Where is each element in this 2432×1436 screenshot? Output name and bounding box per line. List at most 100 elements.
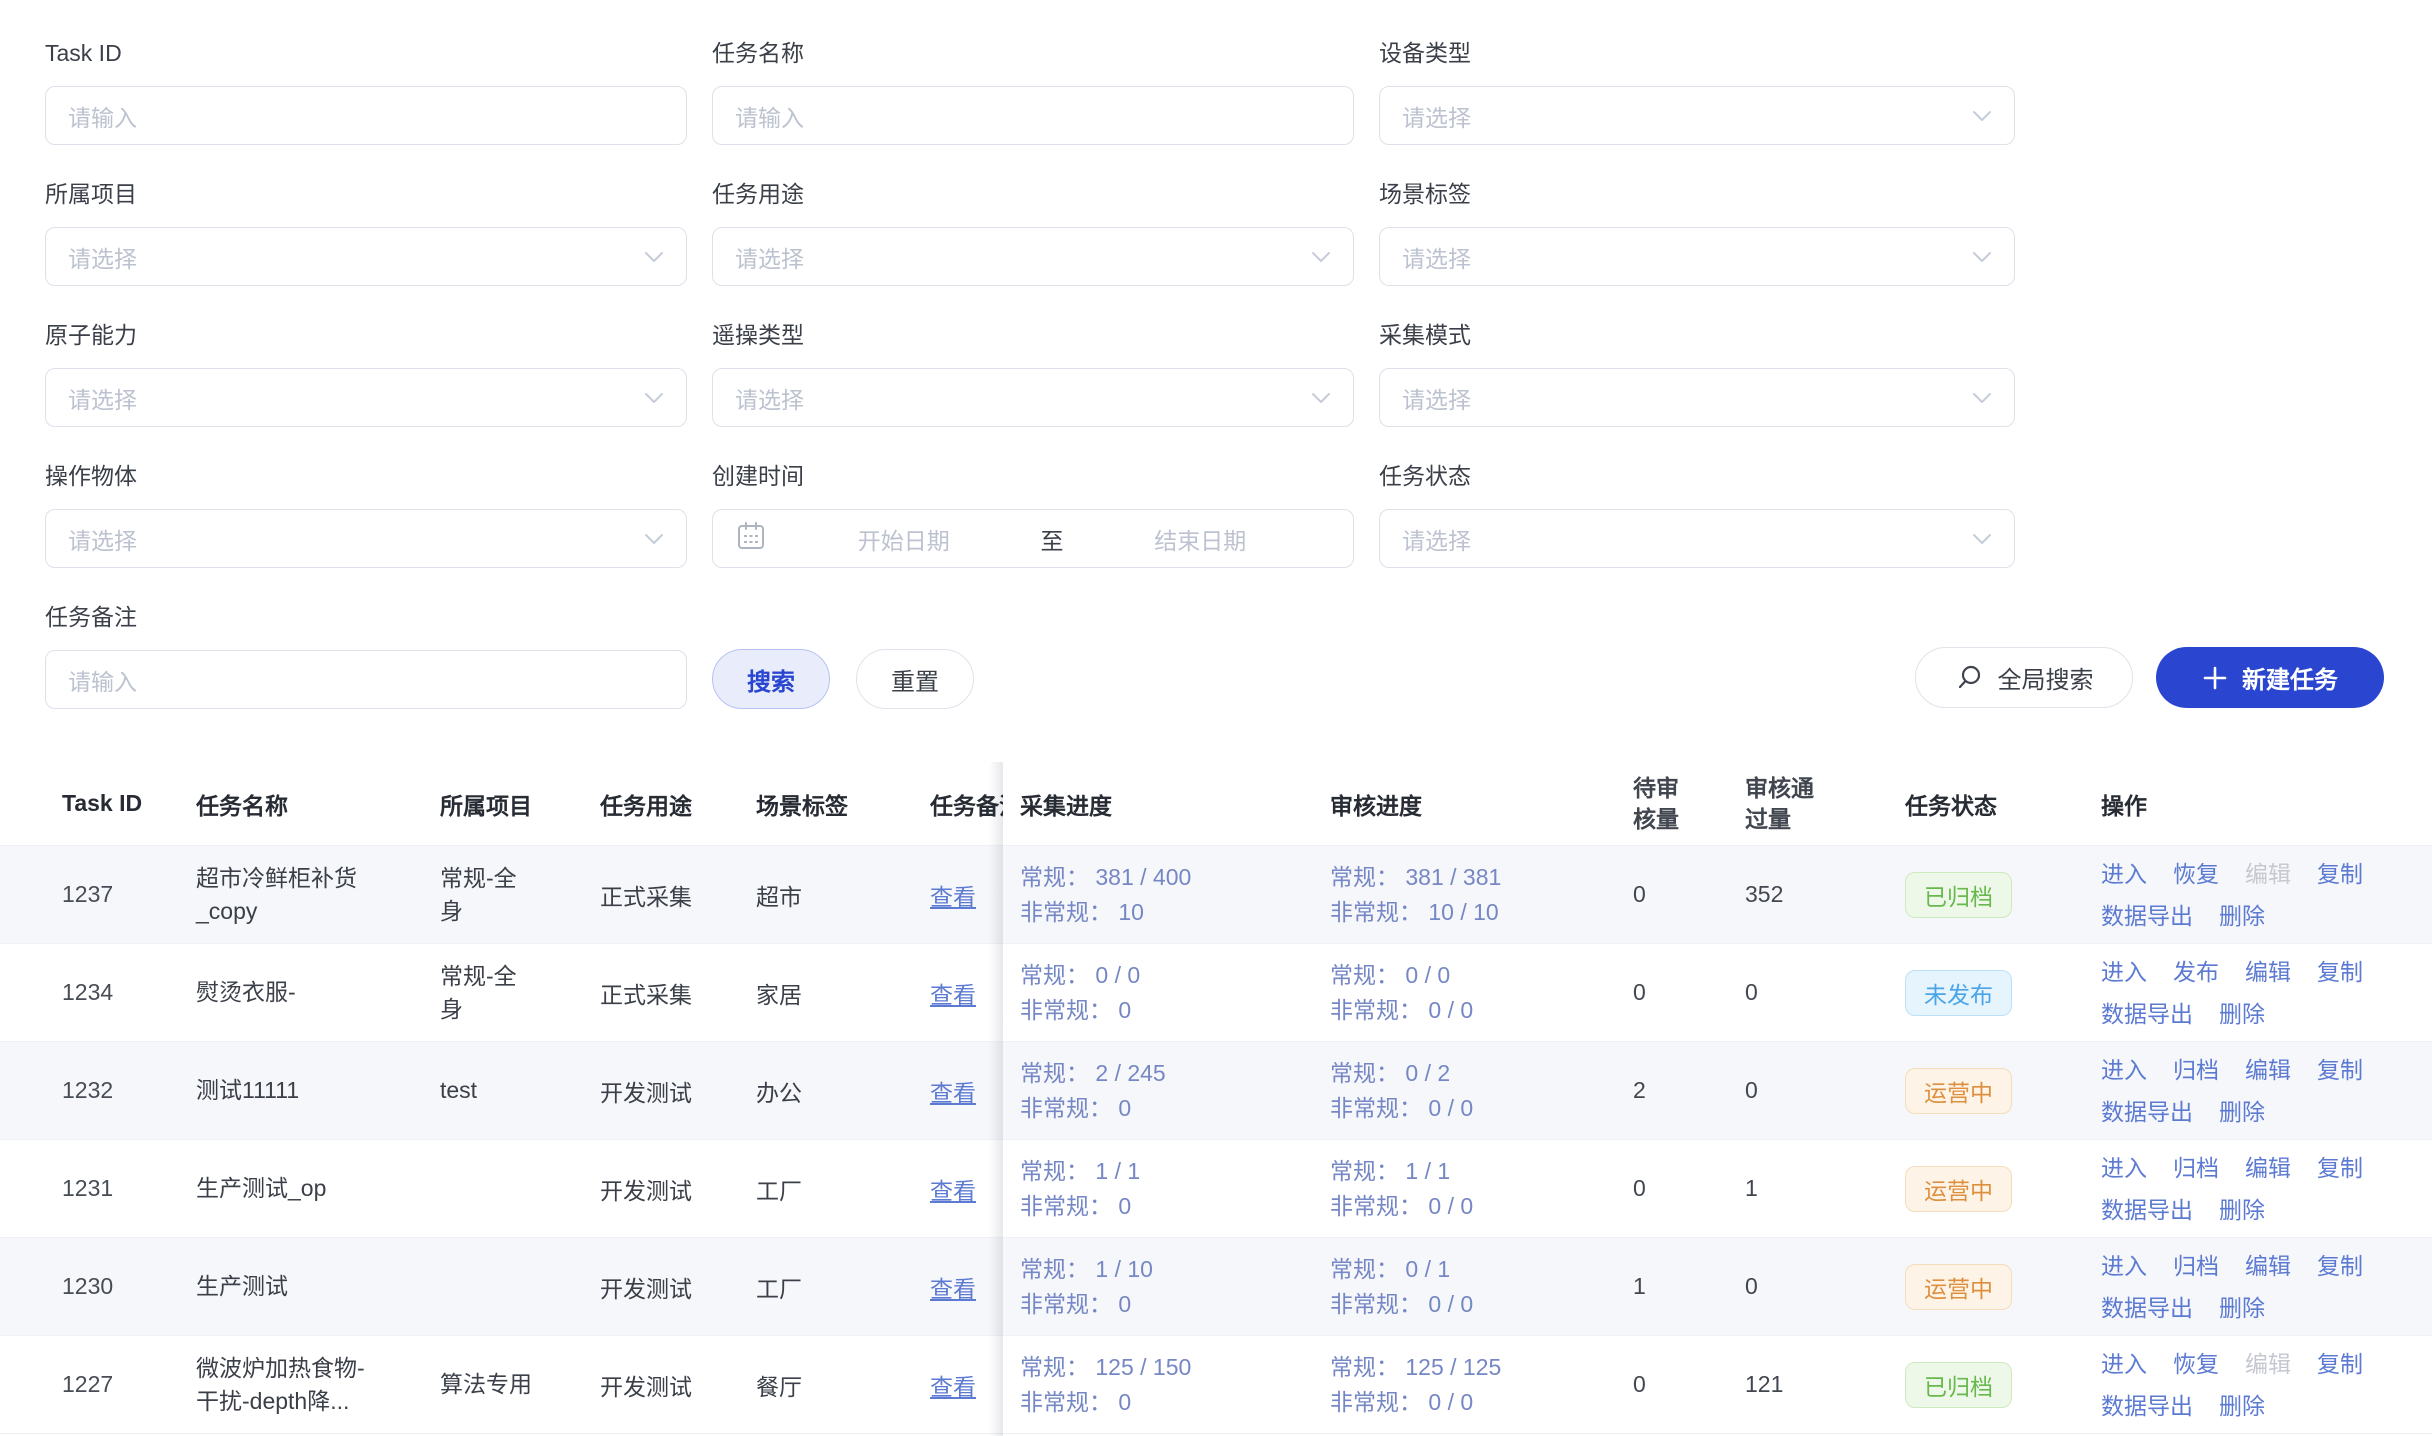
action-link[interactable]: 恢复	[2173, 857, 2219, 891]
end-date-placeholder[interactable]: 结束日期	[1070, 522, 1332, 556]
cell-operations: 进入归档编辑复制数据导出删除	[2093, 1053, 2432, 1129]
collect-regular: 常规： 0 / 0	[1020, 958, 1330, 993]
action-link[interactable]: 进入	[2101, 857, 2147, 891]
cell-collect-progress: 常规： 1 / 10非常规： 0	[1020, 1252, 1330, 1322]
global-search-button[interactable]: 全局搜索	[1915, 647, 2133, 708]
cell-scene: 家居	[756, 976, 916, 1010]
filter-select-8[interactable]: 请选择	[1379, 368, 2015, 427]
action-link[interactable]: 复制	[2317, 1249, 2363, 1283]
cell-project: 常规-全身	[440, 862, 600, 928]
filter-select-6[interactable]: 请选择	[45, 368, 687, 427]
filter-field-label: 设备类型	[1379, 40, 2015, 66]
action-link[interactable]: 数据导出	[2101, 1389, 2193, 1423]
collect-irregular: 非常规： 0	[1020, 1287, 1330, 1322]
action-link[interactable]: 复制	[2317, 1151, 2363, 1185]
action-link[interactable]: 进入	[2101, 1347, 2147, 1381]
start-date-placeholder[interactable]: 开始日期	[773, 522, 1035, 556]
col-purpose: 任务用途	[600, 787, 756, 821]
cell-collect-progress: 常规： 2 / 245非常规： 0	[1020, 1056, 1330, 1126]
cell-approved-count: 0	[1738, 1077, 1898, 1104]
cell-remark: 查看	[916, 1074, 1003, 1108]
filter-field-5: 场景标签请选择	[1379, 181, 2015, 286]
action-link[interactable]: 删除	[2219, 899, 2265, 933]
action-link[interactable]: 编辑	[2245, 1151, 2291, 1185]
cell-purpose: 开发测试	[600, 1270, 756, 1304]
col-task-id: Task ID	[62, 790, 196, 817]
action-link[interactable]: 进入	[2101, 1151, 2147, 1185]
action-link[interactable]: 删除	[2219, 1193, 2265, 1227]
action-link[interactable]: 复制	[2317, 1347, 2363, 1381]
action-link[interactable]: 恢复	[2173, 1347, 2219, 1381]
review-regular: 常规： 381 / 381	[1330, 860, 1625, 895]
date-range-separator: 至	[1035, 522, 1070, 556]
action-link[interactable]: 进入	[2101, 955, 2147, 989]
action-link[interactable]: 编辑	[2245, 955, 2291, 989]
filter-select-11[interactable]: 请选择	[1379, 509, 2015, 568]
filter-select-3[interactable]: 请选择	[45, 227, 687, 286]
action-link[interactable]: 复制	[2317, 1053, 2363, 1087]
table-row-left: 1232测试11111test开发测试办公查看	[0, 1042, 1003, 1140]
filter-input-12[interactable]: 请输入	[45, 650, 687, 709]
table-row-right: 常规： 1 / 1非常规： 0常规： 1 / 1非常规： 0 / 001运营中进…	[1003, 1140, 2432, 1238]
cell-task-id: 1231	[62, 1175, 196, 1202]
action-link[interactable]: 编辑	[2245, 1249, 2291, 1283]
action-link[interactable]: 归档	[2173, 1249, 2219, 1283]
action-link[interactable]: 删除	[2219, 1291, 2265, 1325]
col-operations: 操作	[2093, 787, 2432, 821]
filter-input-0[interactable]: 请输入	[45, 86, 687, 145]
action-link[interactable]: 发布	[2173, 955, 2219, 989]
cell-pending-count: 2	[1625, 1077, 1738, 1104]
filter-field-label: 遥操类型	[712, 322, 1354, 348]
action-link[interactable]: 数据导出	[2101, 1095, 2193, 1129]
table-row-right: 常规： 381 / 400非常规： 10常规： 381 / 381非常规： 10…	[1003, 846, 2432, 944]
action-link[interactable]: 归档	[2173, 1151, 2219, 1185]
cell-scene: 工厂	[756, 1270, 916, 1304]
filter-input-1[interactable]: 请输入	[712, 86, 1354, 145]
action-link[interactable]: 复制	[2317, 955, 2363, 989]
filter-select-7[interactable]: 请选择	[712, 368, 1354, 427]
action-link[interactable]: 归档	[2173, 1053, 2219, 1087]
input-placeholder: 请输入	[735, 99, 804, 133]
filter-field-12: 任务备注请输入	[45, 604, 687, 709]
view-remark-link[interactable]: 查看	[930, 1374, 976, 1400]
cell-status: 已归档	[1898, 1362, 2093, 1408]
col-remark: 任务备注	[916, 787, 1003, 821]
review-regular: 常规： 125 / 125	[1330, 1350, 1625, 1385]
search-button[interactable]: 搜索	[712, 649, 830, 709]
filter-daterange-10[interactable]: 开始日期至结束日期	[712, 509, 1354, 568]
filter-field-label: 任务用途	[712, 181, 1354, 207]
action-link[interactable]: 复制	[2317, 857, 2363, 891]
action-link[interactable]: 进入	[2101, 1249, 2147, 1283]
cell-purpose: 正式采集	[600, 878, 756, 912]
action-link[interactable]: 删除	[2219, 1095, 2265, 1129]
action-links: 进入恢复编辑复制数据导出删除	[2101, 857, 2406, 933]
action-link[interactable]: 数据导出	[2101, 899, 2193, 933]
reset-button[interactable]: 重置	[856, 649, 974, 709]
cell-approved-count: 0	[1738, 1273, 1898, 1300]
filter-select-2[interactable]: 请选择	[1379, 86, 2015, 145]
new-task-button[interactable]: 新建任务	[2156, 647, 2384, 708]
action-link[interactable]: 数据导出	[2101, 997, 2193, 1031]
cell-review-progress: 常规： 0 / 0非常规： 0 / 0	[1330, 958, 1625, 1028]
view-remark-link[interactable]: 查看	[930, 1276, 976, 1302]
action-link[interactable]: 数据导出	[2101, 1193, 2193, 1227]
view-remark-link[interactable]: 查看	[930, 884, 976, 910]
new-task-label: 新建任务	[2242, 660, 2338, 695]
filter-select-9[interactable]: 请选择	[45, 509, 687, 568]
action-link[interactable]: 删除	[2219, 997, 2265, 1031]
cell-task-id: 1227	[62, 1371, 196, 1398]
cell-collect-progress: 常规： 381 / 400非常规： 10	[1020, 860, 1330, 930]
filter-select-4[interactable]: 请选择	[712, 227, 1354, 286]
filter-select-5[interactable]: 请选择	[1379, 227, 2015, 286]
filter-form: Task ID请输入任务名称请输入设备类型请选择所属项目请选择任务用途请选择场景…	[45, 40, 2015, 709]
action-link[interactable]: 进入	[2101, 1053, 2147, 1087]
action-link[interactable]: 删除	[2219, 1389, 2265, 1423]
view-remark-link[interactable]: 查看	[930, 1080, 976, 1106]
table-row-left: 1234熨烫衣服-常规-全身正式采集家居查看	[0, 944, 1003, 1042]
action-link[interactable]: 数据导出	[2101, 1291, 2193, 1325]
cell-project: 算法专用	[440, 1368, 600, 1401]
action-link[interactable]: 编辑	[2245, 1053, 2291, 1087]
view-remark-link[interactable]: 查看	[930, 982, 976, 1008]
select-placeholder: 请选择	[68, 522, 137, 556]
view-remark-link[interactable]: 查看	[930, 1178, 976, 1204]
